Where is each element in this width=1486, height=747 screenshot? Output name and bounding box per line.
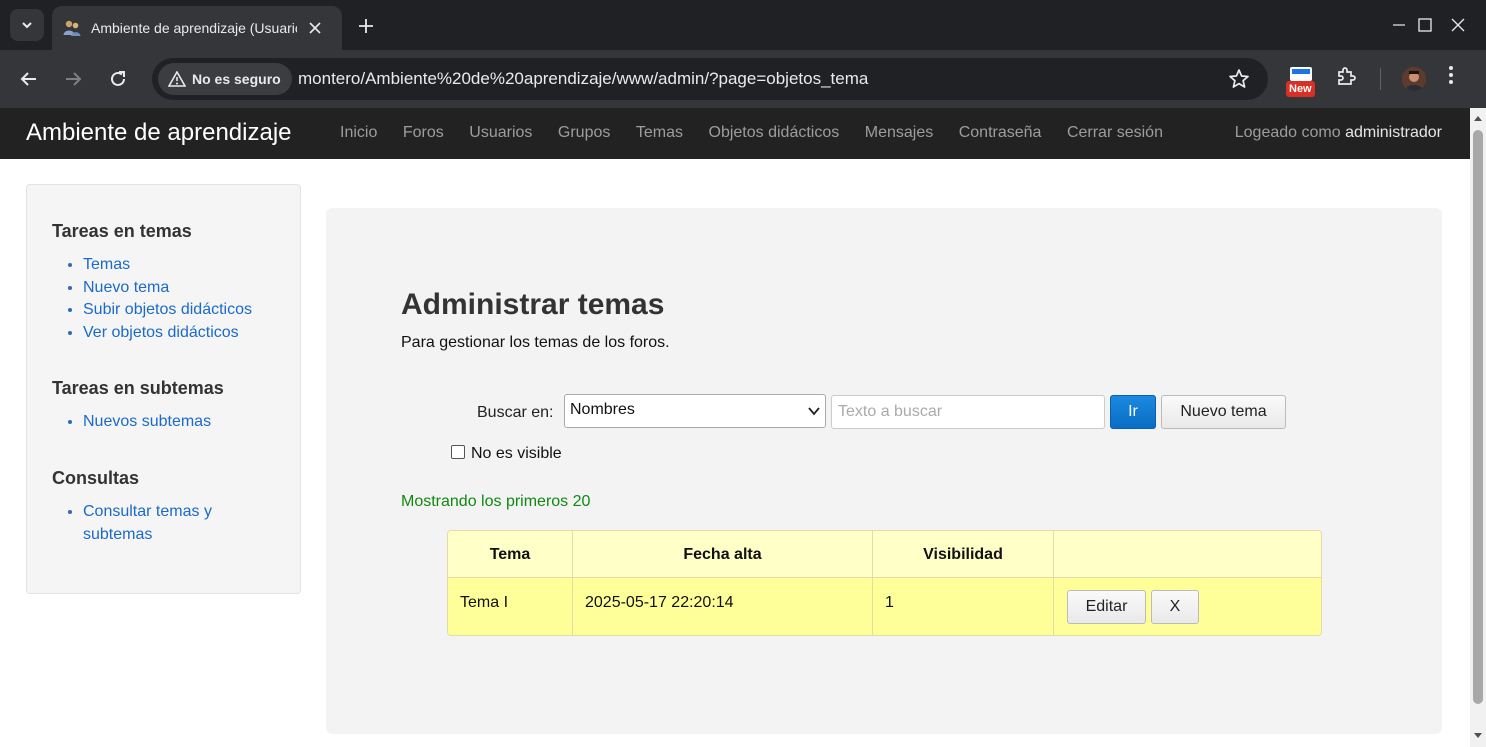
sidebar-link-nuevo-tema[interactable]: Nuevo tema [83, 279, 169, 296]
nav-link-mensajes[interactable]: Mensajes [865, 124, 933, 142]
scroll-down-arrow-icon[interactable] [1473, 730, 1483, 740]
main-panel: Administrar temas Para gestionar los tem… [326, 208, 1442, 734]
logged-user: administrador [1345, 124, 1442, 141]
page-scrollbar[interactable] [1470, 108, 1486, 747]
nav-link-cerrar-sesion[interactable]: Cerrar sesión [1067, 124, 1163, 142]
column-header-tema: Tema [448, 531, 573, 577]
sidebar: Tareas en temas Temas Nuevo tema Subir o… [26, 184, 301, 594]
chevron-down-icon [22, 22, 32, 29]
nav-link-grupos[interactable]: Grupos [558, 124, 610, 142]
menu-kebab-icon[interactable] [1448, 65, 1454, 85]
new-tab-icon[interactable] [352, 12, 380, 40]
page-description: Para gestionar los temas de los foros. [401, 334, 670, 351]
extensions-puzzle-icon[interactable] [1335, 65, 1357, 87]
search-label: Buscar en: [477, 404, 554, 421]
new-topic-button[interactable]: Nuevo tema [1161, 395, 1286, 429]
close-window-icon[interactable] [1432, 0, 1484, 50]
sidebar-heading: Consultas [52, 468, 140, 488]
url-text[interactable]: montero/Ambiente%20de%20aprendizaje/www/… [298, 69, 868, 89]
sidebar-link-temas[interactable]: Temas [83, 256, 130, 273]
table-row: Tema I 2025-05-17 22:20:14 1 Editar X [448, 577, 1321, 635]
page-title: Administrar temas [401, 288, 665, 321]
nav-link-usuarios[interactable]: Usuarios [469, 124, 532, 142]
topics-table: Tema Fecha alta Visibilidad Tema I 2025-… [447, 530, 1322, 636]
security-chip[interactable]: No es seguro [158, 63, 292, 95]
column-header-fecha: Fecha alta [573, 531, 873, 577]
cell-fecha-alta: 2025-05-17 22:20:14 [573, 578, 873, 635]
search-field-value: Nombres [570, 401, 635, 418]
delete-button[interactable]: X [1151, 590, 1199, 624]
sidebar-section-temas: Tareas en temas Temas Nuevo tema Subir o… [52, 221, 252, 344]
tab-title: Ambiente de aprendizaje (Usuario [91, 20, 297, 36]
not-visible-checkbox[interactable] [451, 445, 465, 459]
nav-link-foros[interactable]: Foros [403, 124, 444, 142]
back-arrow-icon[interactable] [15, 65, 43, 93]
browser-tabstrip: Ambiente de aprendizaje (Usuario [0, 0, 1486, 50]
not-visible-label: No es visible [471, 445, 562, 462]
results-count-text: Mostrando los primeros 20 [401, 493, 591, 510]
page-viewport: Ambiente de aprendizaje Inicio Foros Usu… [0, 108, 1470, 747]
scroll-up-arrow-icon[interactable] [1473, 114, 1483, 124]
nav-link-contrasena[interactable]: Contraseña [959, 124, 1042, 142]
warning-icon [168, 71, 186, 87]
edit-button[interactable]: Editar [1067, 590, 1146, 624]
sidebar-link-ver-objetos[interactable]: Ver objetos didácticos [83, 324, 239, 341]
nav-link-inicio[interactable]: Inicio [340, 124, 377, 142]
not-visible-filter[interactable]: No es visible [451, 441, 562, 463]
profile-avatar[interactable] [1402, 67, 1426, 91]
sidebar-section-consultas: Consultas Consultar temas y subtemas [52, 468, 242, 546]
close-tab-icon[interactable] [303, 16, 327, 40]
sidebar-link-subir-objetos[interactable]: Subir objetos didácticos [83, 301, 252, 318]
nav-link-temas[interactable]: Temas [636, 124, 683, 142]
tab-search-button[interactable] [10, 9, 44, 41]
users-favicon-icon [62, 18, 82, 38]
main-nav: Inicio Foros Usuarios Grupos Temas Objet… [340, 124, 1188, 142]
cell-visibilidad: 1 [873, 578, 1054, 635]
nav-link-objetos-didacticos[interactable]: Objetos didácticos [709, 124, 840, 142]
sidebar-link-consultar[interactable]: Consultar temas y subtemas [83, 503, 212, 543]
bookmark-star-icon[interactable] [1228, 68, 1250, 95]
logged-in-status: Logeado como administrador [1235, 124, 1442, 142]
security-label: No es seguro [192, 71, 281, 87]
site-brand[interactable]: Ambiente de aprendizaje [26, 119, 292, 147]
forward-arrow-icon[interactable] [59, 65, 87, 93]
logged-prefix: Logeado como [1234, 124, 1341, 141]
browser-toolbar: No es seguro montero/Ambiente%20de%20apr… [0, 50, 1486, 108]
column-header-actions [1054, 531, 1321, 577]
sidebar-heading: Tareas en subtemas [52, 378, 224, 398]
sidebar-link-nuevos-subtemas[interactable]: Nuevos subtemas [83, 413, 211, 430]
toolbar-divider [1380, 68, 1381, 90]
search-field-select[interactable]: Nombres [564, 394, 826, 428]
search-input[interactable] [831, 395, 1105, 429]
sidebar-heading: Tareas en temas [52, 221, 192, 241]
new-badge: New [1286, 81, 1315, 97]
address-bar[interactable]: No es seguro montero/Ambiente%20de%20apr… [152, 58, 1268, 100]
browser-tab[interactable]: Ambiente de aprendizaje (Usuario [52, 6, 342, 50]
table-header-row: Tema Fecha alta Visibilidad [448, 531, 1321, 577]
search-go-button[interactable]: Ir [1110, 395, 1156, 429]
chevron-down-icon [808, 407, 820, 416]
sidebar-section-subtemas: Tareas en subtemas Nuevos subtemas [52, 378, 224, 434]
site-navbar: Ambiente de aprendizaje Inicio Foros Usu… [0, 108, 1470, 159]
cell-actions: Editar X [1054, 578, 1321, 635]
cell-tema: Tema I [448, 578, 573, 635]
reload-icon[interactable] [104, 65, 132, 93]
scrollbar-thumb[interactable] [1473, 130, 1483, 704]
column-header-visibilidad: Visibilidad [873, 531, 1054, 577]
